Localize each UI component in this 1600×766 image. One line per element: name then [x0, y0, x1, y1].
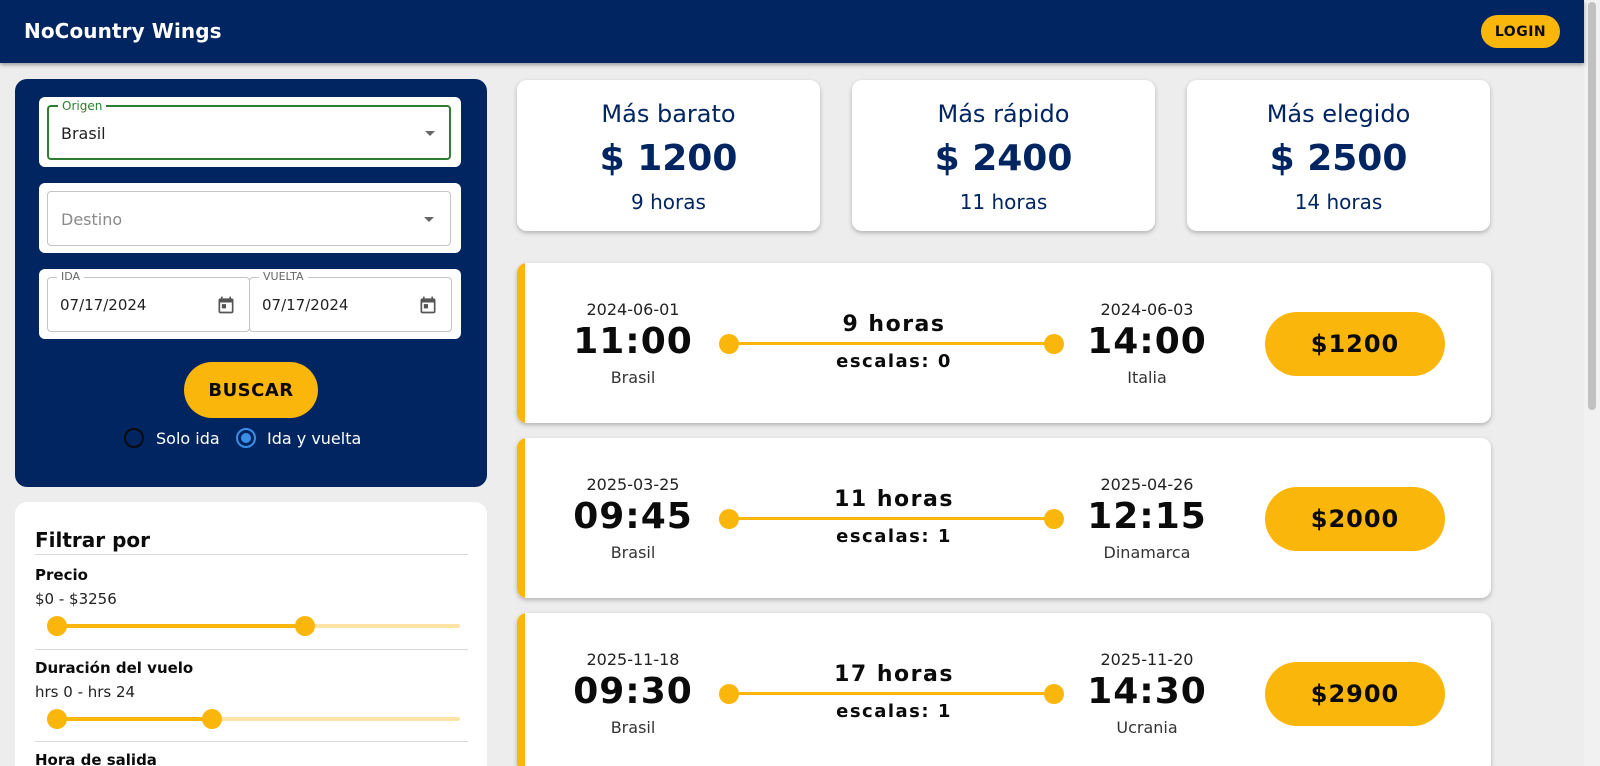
departure-filter-label: Hora de salida — [35, 751, 157, 766]
arrive-date: 2024-06-03 — [1100, 300, 1194, 319]
radio-ida-y-vuelta-label[interactable]: Ida y vuelta — [267, 429, 361, 448]
origin-container: Origen Brasil — [39, 97, 461, 167]
flight-stops: escalas: 1 — [836, 701, 952, 722]
flight-duration: 17 horas — [834, 662, 954, 687]
chevron-down-icon — [425, 131, 435, 136]
flight-price-button[interactable]: $2000 — [1265, 487, 1445, 551]
price-slider-track — [57, 624, 305, 628]
radio-solo-ida[interactable] — [124, 428, 144, 448]
destination-container: Destino — [39, 183, 461, 253]
route-line — [729, 342, 1059, 345]
price-filter-label: Precio — [35, 566, 88, 584]
arrive-date: 2025-04-26 — [1100, 475, 1194, 494]
return-date-field[interactable]: VUELTA 07/17/2024 — [249, 270, 452, 332]
flight-stops: escalas: 1 — [836, 526, 952, 547]
flight-card[interactable]: 2025-03-25 09:45 Brasil 11 horas escalas… — [517, 438, 1491, 598]
app-header: NoCountry Wings LOGIN — [0, 0, 1584, 63]
calendar-icon[interactable] — [216, 295, 236, 315]
flight-price-button[interactable]: $2900 — [1265, 662, 1445, 726]
origin-country: Brasil — [610, 368, 656, 387]
flight-stops: escalas: 0 — [836, 351, 952, 372]
radio-ida-y-vuelta[interactable] — [236, 428, 256, 448]
dates-container: IDA 07/17/2024 VUELTA 07/17/2024 — [39, 269, 461, 339]
origin-select[interactable]: Origen Brasil — [47, 99, 451, 160]
calendar-icon[interactable] — [418, 295, 438, 315]
flight-card[interactable]: 2024-06-01 11:00 Brasil 9 horas escalas:… — [517, 263, 1491, 423]
flight-duration: 9 horas — [842, 312, 946, 337]
destination-country: Dinamarca — [1103, 543, 1191, 562]
search-button[interactable]: BUSCAR — [184, 362, 318, 418]
summary-card-most-chosen[interactable]: Más elegido $ 2500 14 horas — [1187, 80, 1490, 231]
divider — [35, 554, 468, 555]
scrollbar-thumb[interactable] — [1588, 2, 1596, 410]
origin-label: Origen — [58, 99, 107, 113]
depart-date: 2025-11-18 — [586, 650, 680, 669]
duration-slider-track — [57, 717, 213, 721]
summary-card-fastest[interactable]: Más rápido $ 2400 11 horas — [852, 80, 1155, 231]
depart-time: 09:45 — [573, 496, 693, 537]
summary-duration: 11 horas — [959, 190, 1048, 214]
summary-price: $ 2400 — [934, 138, 1073, 179]
radio-solo-ida-label[interactable]: Solo ida — [156, 429, 220, 448]
depart-date-value: 07/17/2024 — [60, 296, 147, 314]
price-slider-min-thumb[interactable] — [47, 616, 67, 636]
summary-duration: 14 horas — [1294, 190, 1383, 214]
destination-country: Italia — [1127, 368, 1167, 387]
depart-time: 09:30 — [573, 671, 693, 712]
price-slider-max-thumb[interactable] — [294, 616, 315, 636]
duration-slider-max-thumb[interactable] — [202, 709, 223, 729]
destination-placeholder: Destino — [61, 210, 123, 229]
depart-date-label: IDA — [57, 270, 85, 283]
origin-country: Brasil — [610, 543, 656, 562]
destination-country: Ucrania — [1116, 718, 1178, 737]
card-accent — [517, 613, 525, 766]
flight-duration: 11 horas — [834, 487, 954, 512]
origin-value: Brasil — [61, 124, 106, 143]
search-panel: Origen Brasil Destino IDA 07/17/2024 VUE… — [15, 79, 487, 487]
depart-time: 11:00 — [573, 321, 693, 362]
card-accent — [517, 438, 525, 598]
price-range-text: $0 - $3256 — [35, 590, 117, 608]
duration-slider-min-thumb[interactable] — [47, 709, 67, 729]
filter-title: Filtrar por — [35, 528, 151, 552]
return-date-value: 07/17/2024 — [262, 296, 349, 314]
route-line — [729, 517, 1059, 520]
duration-range-text: hrs 0 - hrs 24 — [35, 683, 136, 701]
flight-price-button[interactable]: $1200 — [1265, 312, 1445, 376]
route-line — [729, 692, 1059, 695]
login-button[interactable]: LOGIN — [1481, 15, 1560, 48]
summary-price: $ 1200 — [599, 138, 738, 179]
summary-duration: 9 horas — [631, 190, 706, 214]
summary-price: $ 2500 — [1269, 138, 1408, 179]
summary-card-cheapest[interactable]: Más barato $ 1200 9 horas — [517, 80, 820, 231]
divider — [35, 649, 468, 650]
destination-select[interactable]: Destino — [47, 191, 451, 246]
card-accent — [517, 263, 525, 423]
depart-date: 2024-06-01 — [586, 300, 680, 319]
filter-panel: Filtrar por Precio $0 - $3256 Duración d… — [15, 502, 487, 766]
summary-title: Más elegido — [1266, 100, 1411, 128]
return-date-label: VUELTA — [259, 270, 308, 283]
origin-country: Brasil — [610, 718, 656, 737]
depart-date-field[interactable]: IDA 07/17/2024 — [47, 270, 250, 332]
chevron-down-icon — [424, 217, 434, 222]
arrive-date: 2025-11-20 — [1100, 650, 1194, 669]
summary-title: Más rápido — [937, 100, 1070, 128]
arrive-time: 14:00 — [1087, 321, 1207, 362]
brand-title[interactable]: NoCountry Wings — [24, 19, 222, 43]
divider — [35, 741, 468, 742]
duration-filter-label: Duración del vuelo — [35, 659, 194, 677]
depart-date: 2025-03-25 — [586, 475, 680, 494]
arrive-time: 12:15 — [1087, 496, 1207, 537]
arrive-time: 14:30 — [1087, 671, 1207, 712]
summary-title: Más barato — [601, 100, 736, 128]
flight-card[interactable]: 2025-11-18 09:30 Brasil 17 horas escalas… — [517, 613, 1491, 766]
